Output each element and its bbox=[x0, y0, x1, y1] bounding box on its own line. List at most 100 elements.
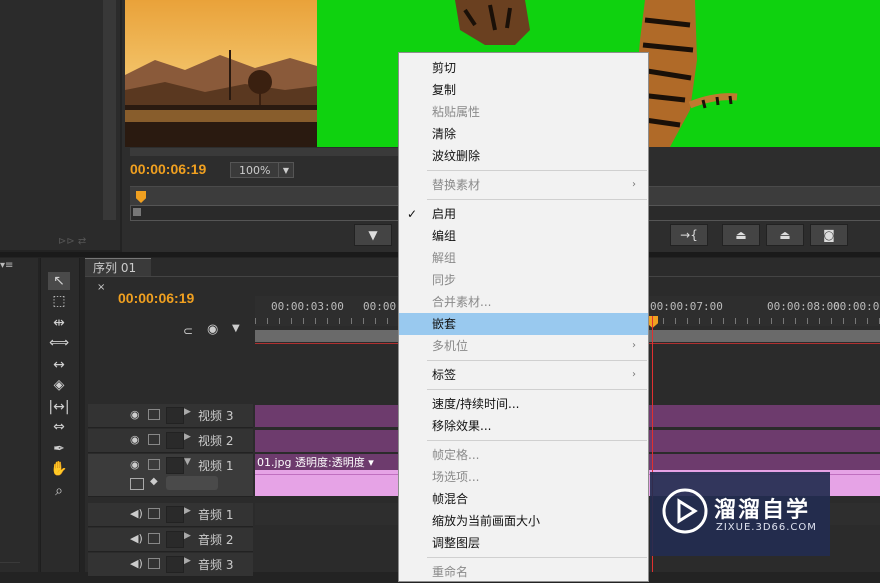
lock-toggle[interactable] bbox=[166, 506, 184, 523]
menu-item-label: 复制 bbox=[432, 83, 457, 97]
film-icon[interactable] bbox=[148, 558, 160, 569]
menu-item[interactable]: 复制 bbox=[399, 79, 648, 101]
track-header-audio-2[interactable]: ◀) ▶ 音频 2 bbox=[88, 528, 253, 552]
zoom-bar-handle[interactable] bbox=[133, 208, 141, 216]
track-header-video-3[interactable]: ◉ ▶ 视频 3 bbox=[88, 404, 253, 428]
menu-item[interactable]: 粘贴属性 bbox=[399, 101, 648, 123]
project-scrollbar[interactable] bbox=[103, 0, 116, 220]
selection-tool-icon[interactable]: ↖ bbox=[48, 272, 70, 290]
film-icon[interactable] bbox=[148, 459, 160, 470]
hand-tool-icon[interactable]: ✋ bbox=[48, 460, 70, 478]
track-header-audio-3[interactable]: ◀) ▶ 音频 3 bbox=[88, 553, 253, 577]
playhead-marker-icon[interactable] bbox=[136, 191, 146, 203]
marker-icon[interactable]: ▼ bbox=[232, 323, 240, 334]
menu-item[interactable]: 标签 › bbox=[399, 364, 648, 386]
menu-item[interactable]: 解组 bbox=[399, 247, 648, 269]
menu-item-label: 帧定格... bbox=[432, 448, 480, 462]
menu-item-label: 标签 bbox=[432, 368, 457, 382]
watermark-title: 溜溜自学 bbox=[714, 498, 811, 523]
lock-toggle[interactable] bbox=[166, 432, 184, 449]
monitor-scrollbar[interactable] bbox=[130, 148, 398, 156]
track-header-video-1[interactable]: ◉ ▼ 视频 1 ◆ bbox=[88, 454, 253, 497]
slip-tool-icon[interactable]: |↔| bbox=[48, 398, 70, 416]
menu-item-label: 移除效果... bbox=[432, 419, 492, 433]
film-icon[interactable] bbox=[148, 533, 160, 544]
menu-item[interactable]: 嵌套 bbox=[399, 313, 648, 335]
marker-icon: ▼ bbox=[368, 228, 378, 242]
close-icon[interactable]: × bbox=[97, 282, 105, 293]
expand-arrow-icon[interactable]: ▶ bbox=[184, 531, 191, 541]
track-select-tool-icon[interactable]: ⬚ bbox=[48, 292, 70, 310]
add-marker-icon[interactable]: ◉ bbox=[207, 322, 218, 337]
menu-item[interactable]: 速度/持续时间... bbox=[399, 393, 648, 415]
zoom-select[interactable]: 100% ▼ bbox=[230, 162, 294, 178]
menu-item[interactable]: 帧混合 bbox=[399, 488, 648, 510]
menu-item-label: 多机位 bbox=[432, 339, 469, 353]
expand-arrow-icon[interactable]: ▶ bbox=[184, 407, 191, 417]
menu-item-label: 调整图层 bbox=[432, 536, 481, 550]
lock-toggle[interactable] bbox=[166, 556, 184, 573]
menu-item[interactable]: 缩放为当前画面大小 bbox=[399, 510, 648, 532]
menu-item[interactable]: 调整图层 bbox=[399, 532, 648, 554]
keyframe-nav-control[interactable] bbox=[166, 476, 218, 490]
razor-tool-icon[interactable]: ◈ bbox=[48, 376, 70, 394]
menu-item[interactable]: 重命名 bbox=[399, 561, 648, 583]
rolling-edit-tool-icon[interactable]: ⟺ bbox=[48, 334, 70, 352]
expand-arrow-icon[interactable]: ▶ bbox=[184, 432, 191, 442]
menu-item[interactable]: 剪切 bbox=[399, 57, 648, 79]
menu-item-label: 粘贴属性 bbox=[432, 105, 481, 119]
track-header-video-2[interactable]: ◉ ▶ 视频 2 bbox=[88, 429, 253, 453]
step-forward-button[interactable]: →{ bbox=[670, 224, 708, 246]
menu-item[interactable]: ✓ 启用 bbox=[399, 203, 648, 225]
menu-item[interactable]: 帧定格... bbox=[399, 444, 648, 466]
menu-item[interactable]: 替换素材 › bbox=[399, 174, 648, 196]
extract-button[interactable]: ⏏ bbox=[766, 224, 804, 246]
menu-item[interactable]: 同步 bbox=[399, 269, 648, 291]
track-header-audio-1[interactable]: ◀) ▶ 音频 1 bbox=[88, 503, 253, 527]
film-icon[interactable] bbox=[148, 434, 160, 445]
ripple-edit-tool-icon[interactable]: ⇹ bbox=[48, 314, 70, 332]
pen-tool-icon[interactable]: ✒ bbox=[48, 440, 70, 458]
eye-icon[interactable]: ◉ bbox=[130, 408, 140, 421]
tab-sequence-01[interactable]: 序列 01 × bbox=[85, 258, 151, 293]
display-style-icon[interactable] bbox=[130, 478, 144, 490]
menu-item[interactable]: 移除效果... bbox=[399, 415, 648, 437]
clip-label[interactable]: 01.jpg 透明度:透明度 ▾ bbox=[257, 454, 374, 470]
keyframe-icon[interactable]: ◆ bbox=[150, 476, 158, 487]
ruler-label: 00:00:08:00 bbox=[767, 300, 840, 313]
expand-arrow-icon[interactable]: ▶ bbox=[184, 506, 191, 516]
camera-icon: ◙ bbox=[823, 228, 835, 242]
lock-toggle[interactable] bbox=[166, 531, 184, 548]
menu-item-label: 帧混合 bbox=[432, 492, 469, 506]
menu-item[interactable]: 合并素材... bbox=[399, 291, 648, 313]
eye-icon[interactable]: ◉ bbox=[130, 458, 140, 471]
lock-toggle[interactable] bbox=[166, 457, 184, 474]
menu-item[interactable]: 场选项... bbox=[399, 466, 648, 488]
speaker-icon[interactable]: ◀) bbox=[130, 557, 143, 570]
lift-button[interactable]: ⏏ bbox=[722, 224, 760, 246]
lock-toggle[interactable] bbox=[166, 407, 184, 424]
menu-item[interactable]: 波纹删除 bbox=[399, 145, 648, 167]
menu-item[interactable]: 清除 bbox=[399, 123, 648, 145]
export-frame-button[interactable]: ◙ bbox=[810, 224, 848, 246]
zoom-tool-icon[interactable]: ⌕ bbox=[48, 482, 70, 500]
film-icon[interactable] bbox=[148, 409, 160, 420]
snap-icon[interactable]: ⊂ bbox=[183, 324, 193, 338]
add-marker-button[interactable]: ▼ bbox=[354, 224, 392, 246]
program-timecode[interactable]: 00:00:06:19 bbox=[130, 161, 206, 177]
panel-menu-icon[interactable]: ▾≡ bbox=[0, 260, 13, 271]
track-name: 音频 2 bbox=[198, 533, 234, 547]
collapse-arrow-icon[interactable]: ▼ bbox=[184, 457, 191, 467]
rate-stretch-tool-icon[interactable]: ↔ bbox=[48, 356, 70, 374]
menu-item[interactable]: 多机位 › bbox=[399, 335, 648, 357]
expand-arrow-icon[interactable]: ▶ bbox=[184, 556, 191, 566]
eye-icon[interactable]: ◉ bbox=[130, 433, 140, 446]
film-icon[interactable] bbox=[148, 508, 160, 519]
speaker-icon[interactable]: ◀) bbox=[130, 532, 143, 545]
menu-item[interactable]: 编组 bbox=[399, 225, 648, 247]
slide-tool-icon[interactable]: ⇔ bbox=[48, 418, 70, 436]
menu-item-label: 启用 bbox=[432, 207, 457, 221]
menu-item-label: 替换素材 bbox=[432, 178, 481, 192]
sequence-timecode[interactable]: 00:00:06:19 bbox=[118, 290, 194, 306]
speaker-icon[interactable]: ◀) bbox=[130, 507, 143, 520]
